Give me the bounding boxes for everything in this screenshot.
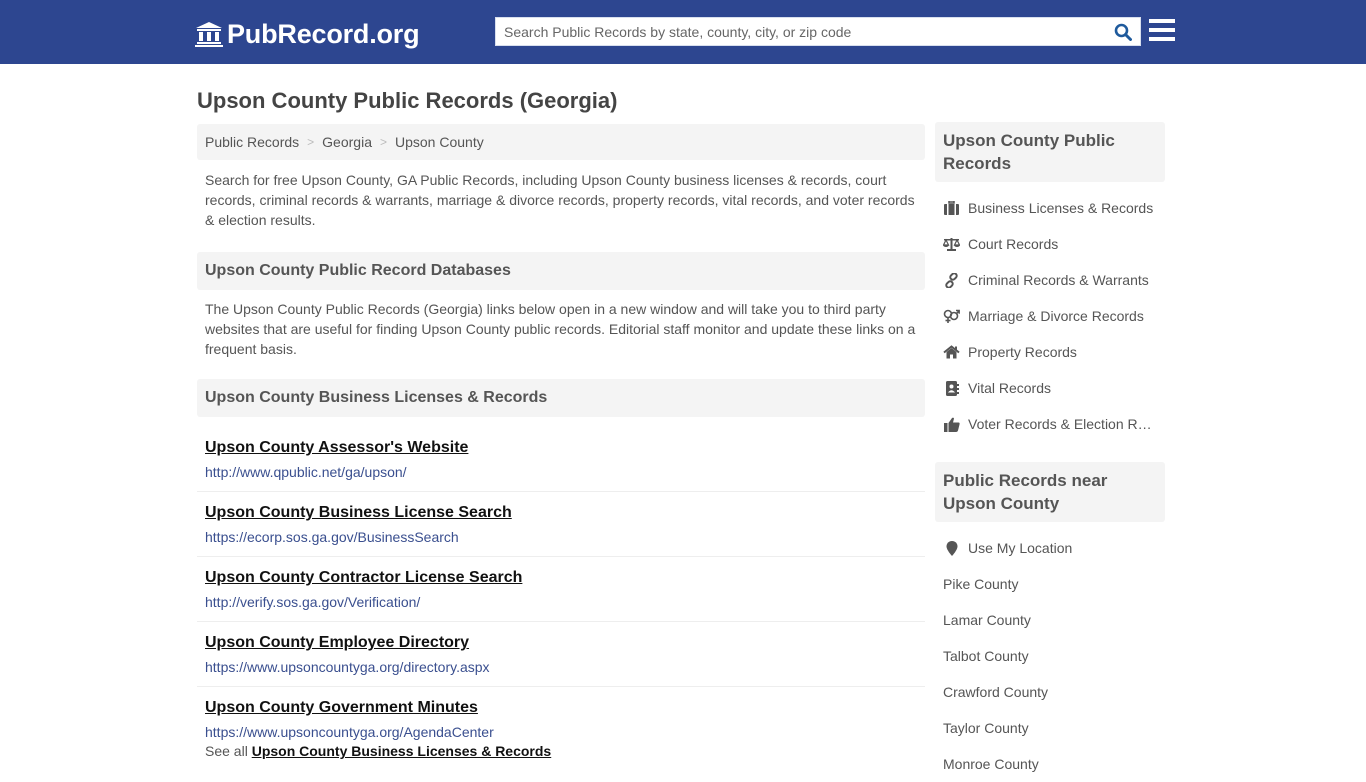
breadcrumb-separator: > — [307, 135, 315, 149]
record-link-url[interactable]: https://www.upsoncountyga.org/AgendaCent… — [205, 723, 917, 741]
search-input[interactable] — [496, 18, 1106, 45]
link-icon — [943, 272, 960, 288]
thumbs-up-icon — [943, 416, 960, 432]
breadcrumb-georgia[interactable]: Georgia — [322, 134, 372, 150]
see-all-row: See all Upson County Business Licenses &… — [197, 741, 925, 761]
list-item: Upson County Government Minutes https://… — [197, 687, 925, 741]
sidebar-item-label: Voter Records & Election Results — [968, 416, 1158, 432]
sidebar-item-criminal-records[interactable]: Criminal Records & Warrants — [935, 262, 1165, 298]
record-link-url[interactable]: http://www.qpublic.net/ga/upson/ — [205, 463, 917, 481]
nearby-county-link[interactable]: Talbot County — [935, 638, 1165, 674]
sidebar-nearby-heading: Public Records near Upson County — [935, 462, 1165, 522]
sidebar-item-label: Business Licenses & Records — [968, 200, 1154, 216]
record-link-title[interactable]: Upson County Employee Directory — [205, 633, 917, 653]
see-all-link[interactable]: Upson County Business Licenses & Records — [252, 743, 552, 759]
breadcrumb-public-records[interactable]: Public Records — [205, 134, 299, 150]
hamburger-menu-button[interactable] — [1149, 19, 1175, 43]
sidebar-item-voter-records[interactable]: Voter Records & Election Results — [935, 406, 1165, 442]
map-marker-icon — [943, 540, 960, 556]
list-item: Upson County Contractor License Search h… — [197, 557, 925, 622]
use-my-location-link[interactable]: Use My Location — [935, 530, 1165, 566]
use-my-location-label: Use My Location — [968, 540, 1073, 556]
sidebar-item-property-records[interactable]: Property Records — [935, 334, 1165, 370]
databases-description: The Upson County Public Records (Georgia… — [205, 301, 916, 357]
sidebar-records-list: Business Licenses & Records Court Record… — [935, 182, 1165, 442]
nearby-counties-list: Use My Location Pike County Lamar County… — [935, 522, 1165, 782]
search-icon — [1114, 23, 1132, 41]
sidebar-records-heading: Upson County Public Records — [935, 122, 1165, 182]
record-link-title[interactable]: Upson County Government Minutes — [205, 698, 917, 718]
nearby-county-link[interactable]: Monroe County — [935, 746, 1165, 782]
main-content: Public Records > Georgia > Upson County … — [197, 124, 925, 761]
home-icon — [943, 344, 960, 360]
address-book-icon — [943, 380, 960, 396]
business-section-heading: Upson County Business Licenses & Records — [197, 379, 925, 417]
nearby-county-link[interactable]: Taylor County — [935, 710, 1165, 746]
sidebar-item-label: Vital Records — [968, 380, 1052, 396]
page-title: Upson County Public Records (Georgia) — [197, 88, 618, 113]
list-item: Upson County Assessor's Website http://w… — [197, 427, 925, 492]
courthouse-icon — [195, 22, 223, 47]
venus-mars-icon — [943, 308, 960, 324]
nearby-county-link[interactable]: Lamar County — [935, 602, 1165, 638]
intro-text: Search for free Upson County, GA Public … — [205, 172, 915, 228]
record-link-url[interactable]: https://ecorp.sos.ga.gov/BusinessSearch — [205, 528, 917, 546]
databases-heading: Upson County Public Record Databases — [197, 252, 925, 290]
record-link-url[interactable]: https://www.upsoncountyga.org/directory.… — [205, 658, 917, 676]
sidebar-item-label: Court Records — [968, 236, 1059, 252]
business-links-list: Upson County Assessor's Website http://w… — [197, 427, 925, 741]
record-link-title[interactable]: Upson County Assessor's Website — [205, 438, 917, 458]
sidebar-item-label: Property Records — [968, 344, 1077, 360]
sidebar-item-business-licenses[interactable]: Business Licenses & Records — [935, 190, 1165, 226]
sidebar-item-vital-records[interactable]: Vital Records — [935, 370, 1165, 406]
logo-text: PubRecord.org — [227, 18, 420, 49]
menu-bar — [1149, 37, 1175, 41]
top-navigation-bar: PubRecord.org — [0, 0, 1366, 64]
record-link-title[interactable]: Upson County Business License Search — [205, 503, 917, 523]
sidebar: Upson County Public Records Business Lic… — [935, 122, 1165, 782]
record-link-title[interactable]: Upson County Contractor License Search — [205, 568, 917, 588]
breadcrumb-separator: > — [379, 135, 387, 149]
menu-bar — [1149, 28, 1175, 32]
list-item: Upson County Business License Search htt… — [197, 492, 925, 557]
see-all-prefix: See all — [205, 743, 248, 759]
sidebar-item-marriage-divorce[interactable]: Marriage & Divorce Records — [935, 298, 1165, 334]
sidebar-item-label: Criminal Records & Warrants — [968, 272, 1149, 288]
breadcrumb-upson-county[interactable]: Upson County — [395, 134, 484, 150]
sidebar-item-label: Marriage & Divorce Records — [968, 308, 1144, 324]
search-box — [495, 17, 1141, 46]
briefcase-icon — [943, 200, 960, 216]
site-logo[interactable]: PubRecord.org — [195, 17, 420, 51]
sidebar-item-court-records[interactable]: Court Records — [935, 226, 1165, 262]
search-button[interactable] — [1110, 20, 1136, 44]
menu-bar — [1149, 19, 1175, 23]
list-item: Upson County Employee Directory https://… — [197, 622, 925, 687]
balance-scale-icon — [943, 236, 960, 252]
nearby-county-link[interactable]: Pike County — [935, 566, 1165, 602]
record-link-url[interactable]: http://verify.sos.ga.gov/Verification/ — [205, 593, 917, 611]
breadcrumb: Public Records > Georgia > Upson County — [197, 124, 925, 160]
nearby-county-link[interactable]: Crawford County — [935, 674, 1165, 710]
